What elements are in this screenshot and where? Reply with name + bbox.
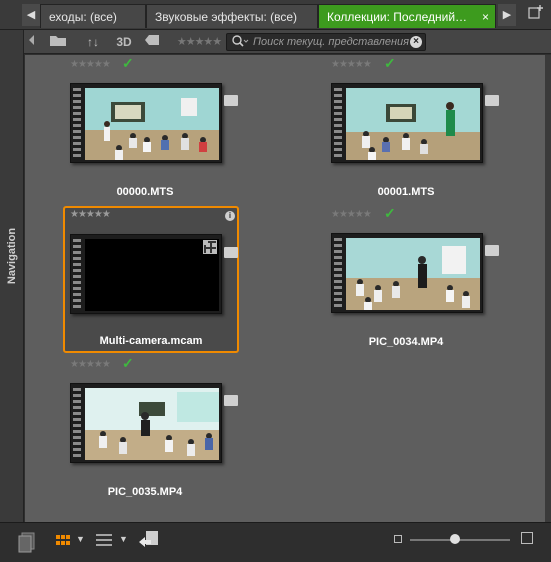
tag-icon[interactable] [144,33,160,51]
asset-item[interactable]: ★★★★★ ✓ [25,355,285,505]
tab-collections-label: Коллекции: Последний… [327,10,468,24]
thumbnail-image [85,388,219,460]
list-view-icon[interactable] [96,533,112,551]
folder-icon[interactable] [224,247,238,258]
navigation-strip[interactable]: Navigation [0,30,24,522]
grid-view-icon[interactable] [56,535,70,545]
add-tab-icon[interactable] [525,4,547,26]
rating-stars[interactable]: ★★★★★ [70,359,111,370]
rating-stars[interactable]: ★★★★★ [331,59,372,70]
thumbnail-image [346,88,480,160]
bottom-bar: ▼ ▼ [0,522,551,562]
sort-label: ↑↓ [87,35,99,49]
tab-scroll-left-icon[interactable]: ◀ [22,4,40,26]
asset-item[interactable]: ★★★★★ ✓ [25,55,285,205]
zoom-out-icon[interactable] [394,535,402,543]
stereo-3d-button[interactable]: 3D [114,33,134,51]
tab-close-icon[interactable]: × [482,5,489,28]
check-icon: ✓ [122,55,134,71]
clip-name: PIC_0035.MP4 [107,486,183,498]
browser-toolbar: ↑↓ 3D ★★★★★ × [0,30,551,54]
folder-icon[interactable] [48,33,68,51]
vertical-scrollbar[interactable] [545,55,551,522]
check-icon: ✓ [122,355,134,371]
clip-name: PIC_0034.MP4 [368,336,444,348]
asset-item[interactable]: ★★★★★ ✓ [285,205,545,355]
check-icon: ✓ [384,55,396,71]
sort-icon[interactable]: ↑↓ [82,33,104,51]
thumbnail-image [85,239,219,311]
clip-thumbnail[interactable] [331,233,483,313]
clip-name: 00000.MTS [116,186,174,198]
tab-sound-effects[interactable]: Звуковые эффекты: (все) [146,4,318,28]
folder-icon[interactable] [485,95,499,106]
asset-item[interactable]: ★★★★★ ✓ [285,55,545,205]
clip-name: Multi-camera.mcam [99,335,203,347]
search-box: × [226,33,426,51]
rating-stars[interactable]: ★★★★★ [70,59,111,70]
tab-collections[interactable]: Коллекции: Последний… × [318,4,496,28]
tab-transitions[interactable]: еходы: (все) [40,4,146,28]
chevron-down-icon[interactable]: ▼ [76,534,85,544]
folder-icon[interactable] [224,95,238,106]
clip-name: 00001.MTS [377,186,435,198]
stereo-3d-label: 3D [116,35,132,49]
pages-icon[interactable] [16,531,38,558]
folder-icon[interactable] [224,395,238,406]
import-icon[interactable] [138,529,160,556]
rating-filter[interactable]: ★★★★★ [174,33,224,51]
asset-item-selected[interactable]: ★★★★★ i Multi-camera.mcam [63,206,239,353]
tab-sound-effects-label: Звуковые эффекты: (все) [155,10,298,24]
back-arrow-icon[interactable] [24,33,38,51]
tab-bar: ◀ еходы: (все) Звуковые эффекты: (все) К… [0,0,551,30]
zoom-in-icon[interactable] [521,532,533,544]
rating-stars[interactable]: ★★★★★ [331,209,372,220]
clip-thumbnail[interactable] [331,83,483,163]
tab-scroll-right-icon[interactable]: ▶ [498,4,516,26]
search-input[interactable] [253,35,409,49]
clip-thumbnail[interactable] [70,234,222,314]
tab-transitions-label: еходы: (все) [49,10,117,24]
check-icon: ✓ [384,205,396,221]
multicam-icon [203,240,217,254]
thumbnail-image [346,238,480,310]
info-icon[interactable]: i [225,211,235,221]
chevron-down-icon[interactable]: ▼ [119,534,128,544]
zoom-slider[interactable] [410,539,510,541]
search-icon[interactable] [231,34,249,52]
zoom-slider-thumb[interactable] [450,534,460,544]
rating-stars[interactable]: ★★★★★ [70,209,111,220]
clip-thumbnail[interactable] [70,83,222,163]
asset-grid: ★★★★★ ✓ 00000.MTS ★★★★★ ✓ 00001.MTS ★★★★… [25,55,545,522]
folder-icon[interactable] [485,245,499,256]
clip-thumbnail[interactable] [70,383,222,463]
navigation-label: Navigation [6,227,18,285]
library-panel: ◀ еходы: (все) Звуковые эффекты: (все) К… [0,0,551,562]
clear-icon[interactable]: × [410,36,422,48]
thumbnail-image [85,88,219,160]
